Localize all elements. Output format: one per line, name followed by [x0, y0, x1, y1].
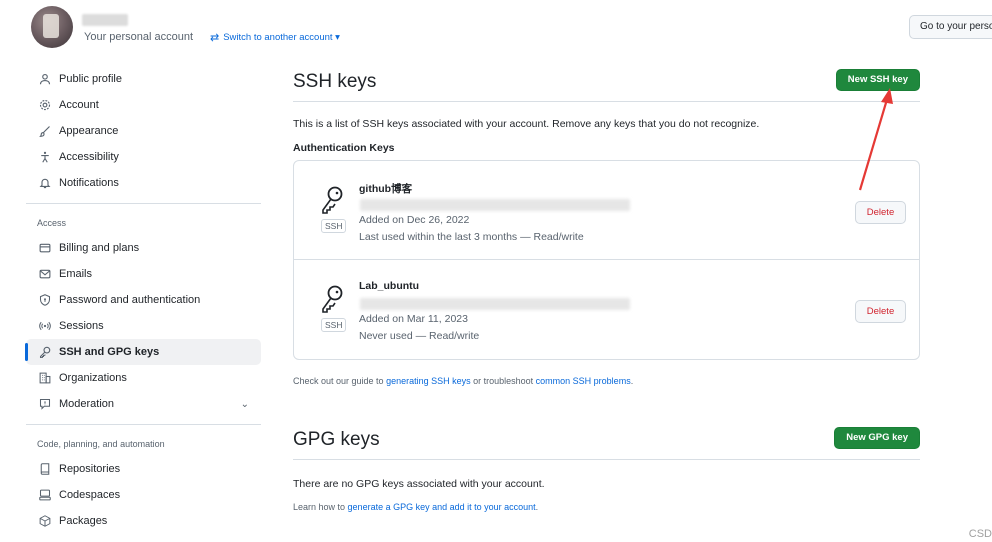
sidebar-item-emails[interactable]: Emails [26, 261, 261, 287]
sidebar-item-password-auth[interactable]: Password and authentication [26, 287, 261, 313]
sidebar-item-label: SSH and GPG keys [59, 346, 160, 358]
sidebar-item-account[interactable]: Account [26, 92, 261, 118]
accessibility-icon [38, 151, 51, 164]
key-icon [38, 346, 51, 359]
sidebar-item-moderation[interactable]: Moderation ⌄ [26, 391, 261, 417]
list-item: SSH Lab_ubuntu Added on Mar 11, 2023 Nev… [294, 260, 919, 359]
sidebar-item-label: Account [59, 99, 99, 111]
watermark: CSD [968, 528, 992, 540]
key-icon [322, 285, 343, 313]
gear-icon [38, 99, 51, 112]
key-icon [322, 186, 343, 214]
sidebar-divider [26, 424, 261, 425]
go-to-profile-button[interactable]: Go to your perso [909, 15, 992, 39]
report-icon [38, 398, 51, 411]
sidebar-divider [26, 203, 261, 204]
key-title: Lab_ubuntu [359, 280, 420, 292]
settings-main: SSH keys New SSH key This is a list of S… [293, 66, 920, 512]
sidebar-item-label: Sessions [59, 320, 104, 332]
redacted-username [82, 14, 128, 26]
key-added-date: Added on Mar 11, 2023 [359, 313, 468, 325]
sidebar-item-ssh-gpg-keys[interactable]: SSH and GPG keys [25, 339, 261, 365]
sidebar-item-label: Appearance [59, 125, 119, 137]
authentication-keys-heading: Authentication Keys [293, 142, 395, 154]
avatar[interactable] [31, 6, 73, 48]
ssh-keys-header: SSH keys New SSH key [293, 66, 920, 102]
guide-prefix: Check out our guide to [293, 376, 387, 386]
ssh-keys-list: SSH github博客 Added on Dec 26, 2022 Last … [293, 160, 920, 360]
organization-icon [38, 372, 51, 385]
sidebar-item-label: Public profile [59, 73, 122, 85]
sidebar-heading-code: Code, planning, and automation [37, 439, 165, 449]
arrow-switch-icon: ⇄ [210, 32, 220, 44]
settings-sidebar: Public profile Account Appearance Access… [25, 66, 261, 534]
person-icon [38, 73, 51, 86]
generating-ssh-keys-link[interactable]: generating SSH keys [386, 376, 471, 386]
ssh-keys-description: This is a list of SSH keys associated wi… [293, 118, 760, 130]
gpg-section-title: GPG keys [293, 429, 380, 450]
sidebar-item-codespaces[interactable]: Codespaces [26, 482, 261, 508]
switch-account-link[interactable]: ⇄ Switch to another account ▾ [210, 31, 340, 44]
delete-key-button[interactable]: Delete [855, 201, 906, 224]
paintbrush-icon [38, 125, 51, 138]
sidebar-item-label: Password and authentication [59, 294, 201, 306]
guide-suffix: . [630, 376, 634, 386]
mail-icon [38, 268, 51, 281]
page-title: SSH keys [293, 71, 377, 92]
annotation-arrow-icon [858, 88, 893, 191]
learn-prefix: Learn how to [293, 502, 348, 512]
guide-mid: or troubleshoot [470, 376, 536, 386]
generate-gpg-key-link[interactable]: generate a GPG key and add it to your ac… [348, 502, 536, 512]
credit-card-icon [38, 242, 51, 255]
common-ssh-problems-link[interactable]: common SSH problems [536, 376, 631, 386]
sidebar-item-appearance[interactable]: Appearance [26, 118, 261, 144]
sidebar-item-public-profile[interactable]: Public profile [26, 66, 261, 92]
sidebar-item-label: Organizations [59, 372, 127, 384]
codespaces-icon [38, 489, 51, 502]
key-title: github博客 [359, 183, 413, 195]
redacted-fingerprint [360, 298, 630, 310]
ssh-badge: SSH [321, 219, 347, 233]
gpg-keys-header: GPG keys New GPG key [293, 424, 920, 460]
ssh-guide-text: Check out our guide to generating SSH ke… [293, 376, 920, 386]
sidebar-item-billing[interactable]: Billing and plans [26, 235, 261, 261]
personal-account-label: Your personal account [84, 31, 194, 43]
key-last-used: Never used — Read/write [359, 330, 480, 342]
package-icon [38, 515, 51, 528]
sidebar-item-label: Moderation [59, 398, 115, 410]
ssh-badge: SSH [321, 318, 347, 332]
learn-suffix: . [535, 502, 539, 512]
gpg-learn-text: Learn how to generate a GPG key and add … [293, 502, 920, 512]
sidebar-item-label: Accessibility [59, 151, 119, 163]
new-gpg-key-button[interactable]: New GPG key [834, 427, 920, 449]
sidebar-heading-access: Access [37, 218, 67, 228]
chevron-down-icon[interactable]: ⌄ [241, 399, 249, 410]
bell-icon [38, 177, 51, 190]
sidebar-item-label: Repositories [59, 463, 121, 475]
shield-lock-icon [38, 294, 51, 307]
broadcast-icon [38, 320, 51, 333]
switch-account-label: Switch to another account ▾ [223, 32, 340, 43]
gpg-empty-message: There are no GPG keys associated with yo… [293, 478, 545, 490]
sidebar-item-packages[interactable]: Packages [26, 508, 261, 534]
sidebar-item-organizations[interactable]: Organizations [26, 365, 261, 391]
repo-icon [38, 463, 51, 476]
redacted-fingerprint [360, 199, 630, 211]
key-added-date: Added on Dec 26, 2022 [359, 214, 470, 226]
sidebar-item-notifications[interactable]: Notifications [26, 170, 261, 196]
sidebar-item-label: Notifications [59, 177, 119, 189]
delete-key-button[interactable]: Delete [855, 300, 906, 323]
sidebar-item-label: Packages [59, 515, 108, 527]
sidebar-item-label: Codespaces [59, 489, 121, 501]
key-last-used: Last used within the last 3 months — Rea… [359, 231, 584, 243]
sidebar-item-label: Emails [59, 268, 93, 280]
list-item: SSH github博客 Added on Dec 26, 2022 Last … [294, 161, 919, 260]
sidebar-item-sessions[interactable]: Sessions [26, 313, 261, 339]
sidebar-item-repositories[interactable]: Repositories [26, 456, 261, 482]
sidebar-item-label: Billing and plans [59, 242, 140, 254]
sidebar-item-accessibility[interactable]: Accessibility [26, 144, 261, 170]
